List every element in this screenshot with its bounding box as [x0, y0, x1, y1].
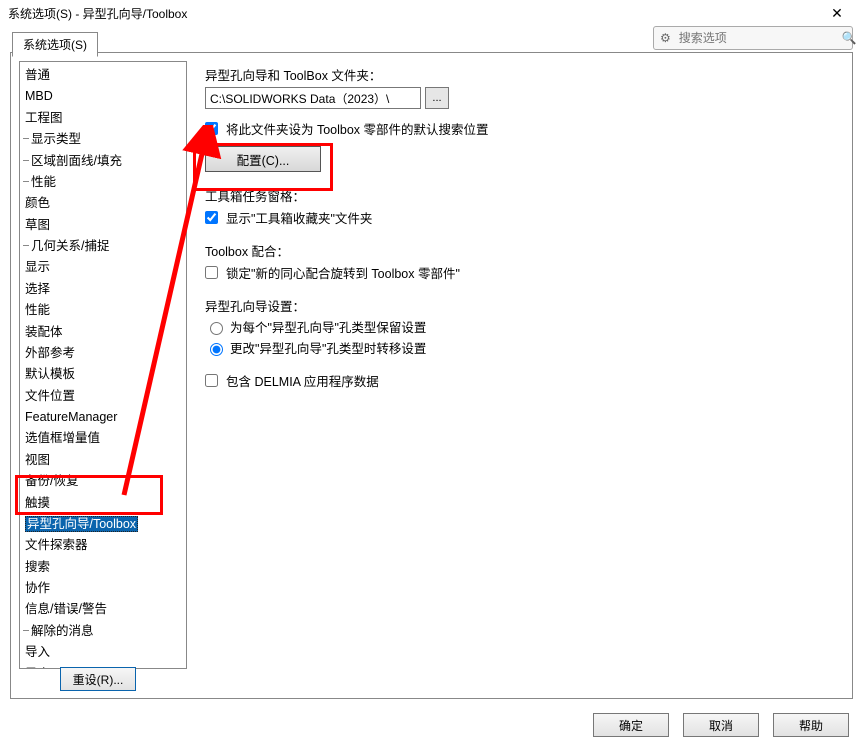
options-tree: 普通MBD工程图显示类型区域剖面线/填充性能颜色草图几何关系/捕捉显示选择性能装…	[19, 61, 187, 669]
tree-item-27[interactable]: 导入	[23, 642, 183, 663]
tree-item-6[interactable]: 颜色	[23, 193, 183, 214]
label-show-fav: 显示"工具箱收藏夹"文件夹	[226, 208, 372, 227]
tree-item-label: 工程图	[25, 111, 63, 125]
tree-item-4[interactable]: 区域剖面线/填充	[23, 151, 183, 172]
checkbox-lock-mate[interactable]	[205, 266, 218, 279]
ok-button[interactable]: 确定	[593, 713, 669, 737]
tree-item-label: 选值框增量值	[25, 431, 100, 445]
tree-item-label: 显示类型	[31, 132, 81, 146]
tree-item-22[interactable]: 文件探索器	[23, 535, 183, 556]
tree-item-23[interactable]: 搜索	[23, 557, 183, 578]
label-default-search: 将此文件夹设为 Toolbox 零部件的默认搜索位置	[226, 119, 489, 138]
checkbox-delmia[interactable]	[205, 374, 218, 387]
tree-item-label: MBD	[25, 89, 53, 103]
tree-item-label: 外部参考	[25, 346, 75, 360]
browse-button[interactable]: ...	[425, 87, 449, 109]
tree-item-17[interactable]: 选值框增量值	[23, 428, 183, 449]
label-lock-mate: 锁定"新的同心配合旋转到 Toolbox 零部件"	[226, 263, 460, 282]
tree-item-label: 选择	[25, 282, 50, 296]
tree-item-24[interactable]: 协作	[23, 578, 183, 599]
cancel-button[interactable]: 取消	[683, 713, 759, 737]
tree-item-14[interactable]: 默认模板	[23, 364, 183, 385]
search-icon: 🔍	[842, 31, 857, 45]
tree-item-25[interactable]: 信息/错误/警告	[23, 599, 183, 620]
tree-item-label: 草图	[25, 218, 50, 232]
tree-item-19[interactable]: 备份/恢复	[23, 471, 183, 492]
tree-item-label: 文件位置	[25, 389, 75, 403]
tree-item-2[interactable]: 工程图	[23, 108, 183, 129]
tree-item-label: 装配体	[25, 325, 63, 339]
tree-item-9[interactable]: 显示	[23, 257, 183, 278]
tree-item-label: 几何关系/捕捉	[31, 239, 109, 253]
tree-item-12[interactable]: 装配体	[23, 322, 183, 343]
label-radio-preserve: 为每个"异型孔向导"孔类型保留设置	[230, 317, 426, 336]
checkbox-default-search[interactable]	[205, 122, 218, 135]
tree-item-label: 性能	[25, 303, 50, 317]
window-title: 系统选项(S) - 异型孔向导/Toolbox	[8, 5, 187, 22]
label-delmia: 包含 DELMIA 应用程序数据	[226, 371, 379, 390]
tree-item-label: 搜索	[25, 560, 50, 574]
tree-item-0[interactable]: 普通	[23, 65, 183, 86]
tree-item-20[interactable]: 触摸	[23, 493, 183, 514]
checkbox-show-fav[interactable]	[205, 211, 218, 224]
tree-item-label: 普通	[25, 68, 50, 82]
label-folder: 异型孔向导和 ToolBox 文件夹：	[205, 65, 838, 84]
input-folder-path[interactable]	[205, 87, 421, 109]
tree-item-7[interactable]: 草图	[23, 215, 183, 236]
tree-item-label: 导入	[25, 645, 50, 659]
tree-item-label: 协作	[25, 581, 50, 595]
config-button[interactable]: 配置(C)...	[205, 146, 321, 172]
tree-item-11[interactable]: 性能	[23, 300, 183, 321]
tree-item-5[interactable]: 性能	[23, 172, 183, 193]
close-button[interactable]: ✕	[815, 0, 859, 26]
tree-item-8[interactable]: 几何关系/捕捉	[23, 236, 183, 257]
tree-item-15[interactable]: 文件位置	[23, 386, 183, 407]
tree-item-label: 视图	[25, 453, 50, 467]
gear-icon: ⚙	[660, 31, 671, 45]
tree-item-label: 备份/恢复	[25, 474, 78, 488]
tree-item-label: 颜色	[25, 196, 50, 210]
tree-item-16[interactable]: FeatureManager	[23, 407, 183, 428]
tree-item-label: 默认模板	[25, 367, 75, 381]
tree-item-label: 异型孔向导/Toolbox	[25, 516, 138, 532]
tree-item-label: 性能	[31, 175, 56, 189]
label-hw: 异型孔向导设置：	[205, 296, 838, 315]
tree-item-label: 区域剖面线/填充	[31, 154, 122, 168]
tree-item-label: 显示	[25, 260, 50, 274]
label-mate: Toolbox 配合：	[205, 241, 838, 260]
label-taskpane: 工具箱任务窗格：	[205, 186, 838, 205]
tree-item-13[interactable]: 外部参考	[23, 343, 183, 364]
tree-item-21[interactable]: 异型孔向导/Toolbox	[23, 514, 183, 535]
reset-button[interactable]: 重设(R)...	[60, 667, 136, 691]
search-box[interactable]: ⚙ 🔍	[653, 26, 853, 50]
help-button[interactable]: 帮助	[773, 713, 849, 737]
tree-item-label: 文件探索器	[25, 538, 88, 552]
tree-item-label: 解除的消息	[31, 624, 94, 638]
tree-item-1[interactable]: MBD	[23, 86, 183, 107]
radio-transfer[interactable]	[210, 343, 223, 356]
tree-item-10[interactable]: 选择	[23, 279, 183, 300]
label-radio-transfer: 更改"异型孔向导"孔类型时转移设置	[230, 338, 426, 357]
tree-item-26[interactable]: 解除的消息	[23, 621, 183, 642]
tree-item-label: 信息/错误/警告	[25, 602, 107, 616]
tab-system-options[interactable]: 系统选项(S)	[12, 32, 98, 57]
tree-item-label: FeatureManager	[25, 410, 117, 424]
radio-preserve[interactable]	[210, 322, 223, 335]
tree-item-18[interactable]: 视图	[23, 450, 183, 471]
tree-item-label: 触摸	[25, 496, 50, 510]
tree-item-3[interactable]: 显示类型	[23, 129, 183, 150]
tree-item-label: 导出	[25, 667, 50, 670]
search-input[interactable]	[677, 30, 836, 46]
